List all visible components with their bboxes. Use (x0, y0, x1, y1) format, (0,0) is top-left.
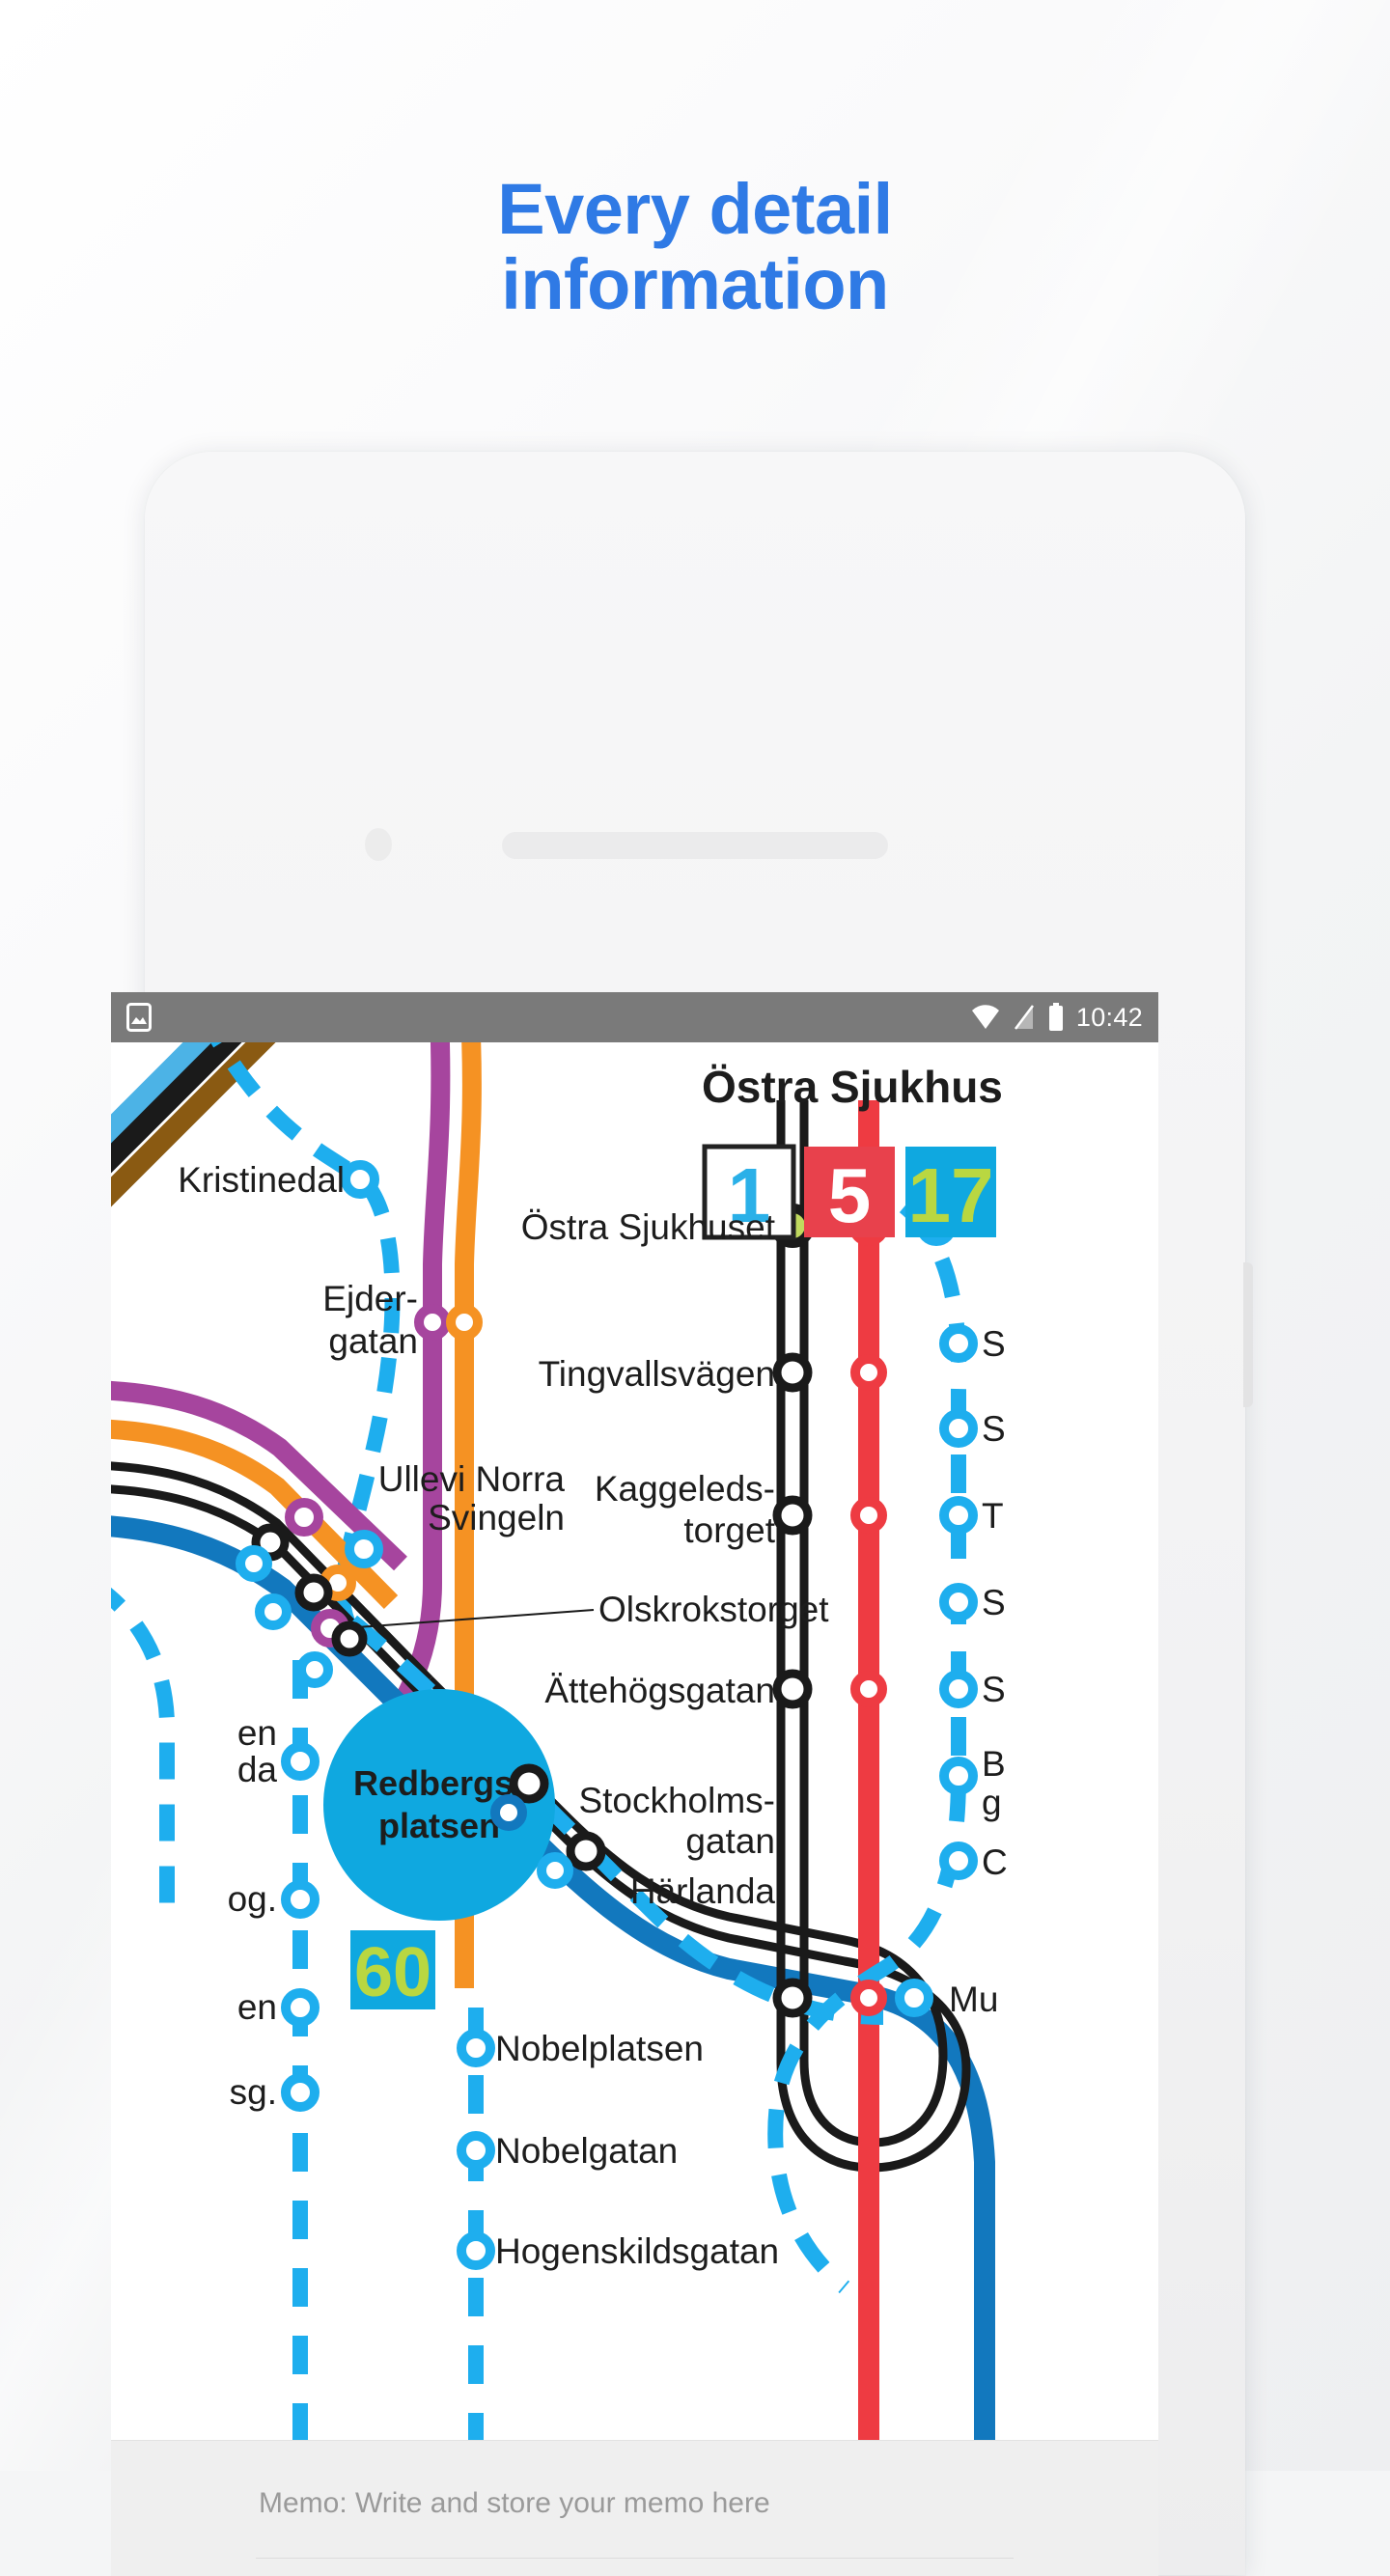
station-label-right-clip-1: S (982, 1324, 1006, 1364)
station-dot-attehogsgatan-red (850, 1671, 887, 1707)
station-label-kaggeledstorget-line-1: Kaggeleds- (595, 1469, 775, 1509)
memo-underline (256, 2558, 1014, 2559)
station-dot-east-3 (939, 1496, 978, 1535)
station-label-ejdergatan-line-2: gatan (328, 1321, 418, 1361)
station-label-svingeln: Svingeln (428, 1498, 565, 1537)
station-dot-east-2 (939, 1409, 978, 1448)
station-label-left-clip-2: da (237, 1750, 278, 1789)
memo-bar[interactable]: Memo: Write and store your memo here (111, 2440, 1158, 2576)
station-dot-left-2 (281, 1880, 320, 1919)
page-title: Every detail information (0, 172, 1390, 321)
memo-placeholder[interactable]: Memo: Write and store your memo here (259, 2487, 770, 2520)
line-badge-17-number: 17 (908, 1152, 994, 1238)
station-dot-ejdergatan-purple (414, 1304, 451, 1341)
phone-mockup: 10:42 Redbergs- platsen 60 Östra Sjukhus… (111, 452, 1253, 2576)
station-label-left-clip-3: og. (228, 1879, 277, 1919)
transit-map-svg[interactable]: Redbergs- platsen 60 Östra Sjukhus 1 5 1… (111, 1042, 1158, 2440)
station-label-hogenskildsgatan: Hogenskildsgatan (495, 2231, 779, 2271)
station-label-right-clip-2: S (982, 1409, 1006, 1449)
station-label-nobelgatan: Nobelgatan (495, 2131, 678, 2171)
front-camera-icon (365, 828, 392, 861)
station-label-ullevi-norra: Ullevi Norra (378, 1459, 566, 1499)
station-label-attehogsgatan: Ättehögsgatan (544, 1671, 775, 1710)
station-label-stockholmsgatan-line-1: Stockholms- (578, 1781, 775, 1820)
station-dot-cluster-cyan-1 (236, 1545, 272, 1582)
station-label-harlanda: Härlanda (630, 1871, 776, 1911)
station-dot-kristinedal (341, 1160, 379, 1199)
station-dot-mu-black (772, 1978, 813, 2018)
station-dot-east-8 (895, 1979, 933, 2017)
android-status-bar: 10:42 (111, 992, 1158, 1042)
interchange-label-line-2: platsen (378, 1806, 500, 1845)
station-dot-east-4 (939, 1583, 978, 1621)
station-dot-cluster-black-2 (294, 1573, 333, 1612)
station-label-right-clip-7: C (982, 1842, 1008, 1882)
station-dot-east-5 (939, 1670, 978, 1708)
station-label-right-clip-8: Mu (949, 1980, 998, 2019)
station-dot-stockholmsgatan (509, 1763, 549, 1804)
wifi-icon (971, 1005, 999, 1029)
zone-badge-60: 60 (350, 1930, 435, 2011)
station-dot-left-4 (281, 2073, 320, 2112)
station-label-right-clip-6b: g (982, 1783, 1002, 1822)
station-label-kaggeledstorget-line-2: torget (683, 1510, 775, 1550)
station-dot-nobelgatan (457, 2131, 495, 2170)
zone-badge-number: 60 (354, 1934, 431, 2011)
line-badge-5-number: 5 (828, 1152, 872, 1238)
station-dot-ejdergatan-orange (446, 1304, 483, 1341)
station-dot-harlanda (566, 1831, 606, 1871)
station-label-left-clip-5: sg. (230, 2072, 277, 2112)
phone-side-button (1243, 1262, 1253, 1407)
station-label-olskrokstorget: Olskrokstorget (598, 1590, 829, 1629)
station-dot-east-1 (939, 1324, 978, 1363)
station-label-left-clip-1: en (237, 1713, 277, 1753)
line-badge-17[interactable]: 17 (905, 1147, 996, 1238)
map-title: Östra Sjukhus (702, 1062, 1003, 1112)
station-dot-hogenskildsgatan (457, 2231, 495, 2270)
station-dot-blue-2 (537, 1852, 573, 1889)
station-dot-kaggeledstorget-black (772, 1495, 813, 1536)
station-label-right-clip-4: S (982, 1583, 1006, 1622)
station-dot-cluster-cyan-2 (255, 1593, 292, 1630)
station-label-stockholmsgatan-line-2: gatan (685, 1821, 775, 1861)
station-dot-blue-1 (490, 1794, 527, 1831)
phone-screen: 10:42 Redbergs- platsen 60 Östra Sjukhus… (111, 992, 1158, 2440)
station-label-tingvallsvagen: Tingvallsvägen (539, 1354, 775, 1394)
station-dot-left-1 (281, 1742, 320, 1781)
station-dot-cluster-cyan-3 (296, 1651, 333, 1688)
line-badge-5[interactable]: 5 (804, 1147, 895, 1238)
station-dot-tingvallsvagen-black (772, 1352, 813, 1393)
station-dot-kaggeledstorget-red (850, 1497, 887, 1534)
station-dot-tingvallsvagen-red (850, 1354, 887, 1391)
page-title-line-2: information (501, 243, 889, 324)
transit-map[interactable]: Redbergs- platsen 60 Östra Sjukhus 1 5 1… (111, 1042, 1158, 2440)
station-dot-mu-red (850, 1980, 887, 2016)
station-dot-nobelplatsen (457, 2029, 495, 2067)
station-label-right-clip-5: S (982, 1670, 1006, 1709)
earpiece-speaker-icon (502, 832, 888, 859)
station-dot-east-7 (939, 1842, 978, 1880)
status-bar-right: 10:42 (970, 1003, 1143, 1033)
image-notification-icon (126, 1003, 152, 1032)
status-bar-left (126, 1003, 152, 1032)
station-dot-cluster-black-3 (331, 1620, 368, 1657)
station-dot-ullevi-norra (285, 1498, 323, 1537)
station-label-nobelplatsen: Nobelplatsen (495, 2029, 704, 2068)
station-label-ejdergatan-line-1: Ejder- (322, 1279, 418, 1318)
station-label-kristinedal: Kristinedal (178, 1160, 345, 1200)
battery-full-icon (1048, 1003, 1063, 1031)
mobile-signal-off-icon (1014, 1005, 1034, 1030)
station-label-right-clip-3: T (982, 1496, 1004, 1536)
station-label-right-clip-6a: B (982, 1744, 1006, 1784)
station-dot-left-3 (281, 1988, 320, 2027)
station-dot-svingeln-cyan (345, 1530, 383, 1568)
page-title-line-1: Every detail (497, 169, 893, 249)
station-dot-attehogsgatan-black (772, 1669, 813, 1709)
station-label-left-clip-4: en (237, 1987, 277, 2027)
station-dot-east-6 (939, 1757, 978, 1795)
station-label-ostra-sjukhuset: Östra Sjukhuset (521, 1207, 776, 1247)
status-bar-clock: 10:42 (1075, 1002, 1143, 1032)
